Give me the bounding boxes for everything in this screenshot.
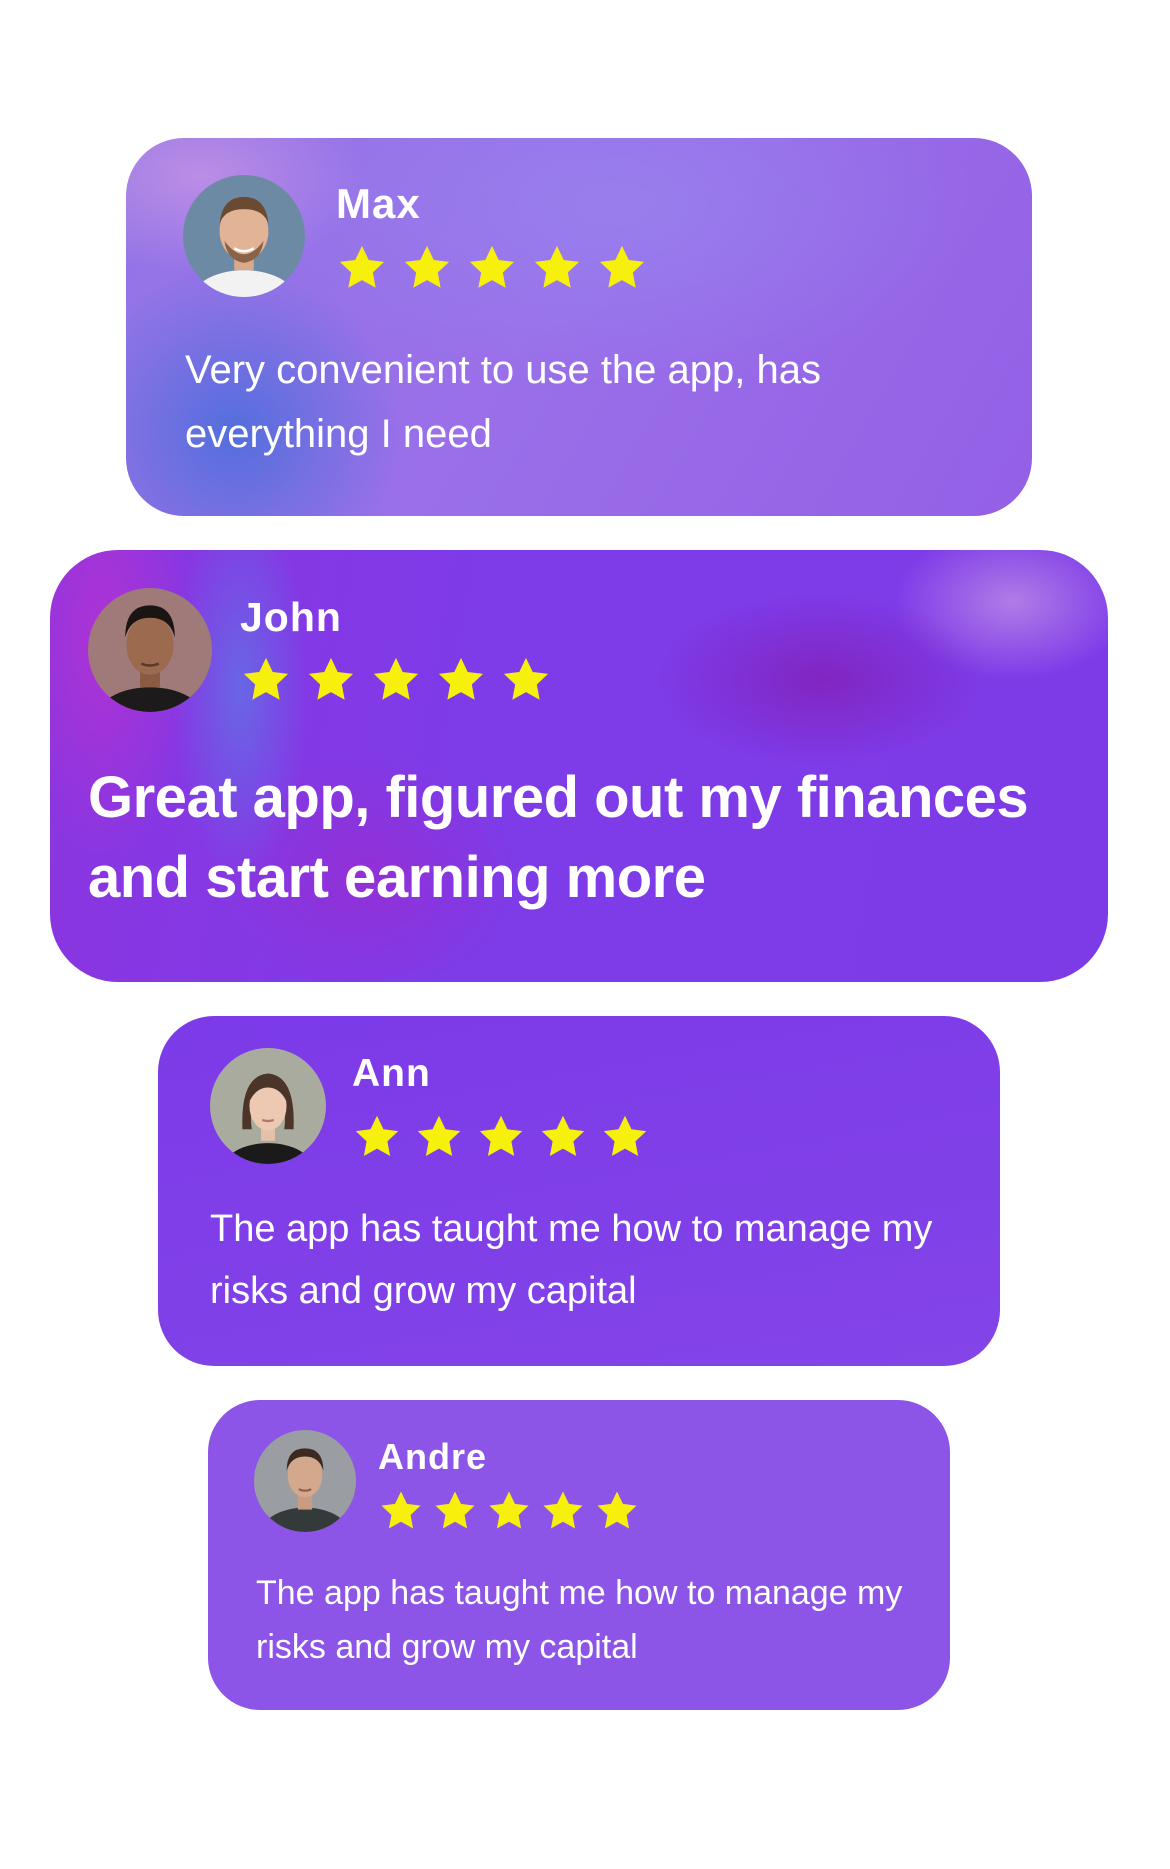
star-icon <box>538 1112 588 1162</box>
star-rating <box>336 242 661 294</box>
star-icon <box>500 654 552 706</box>
star-icon <box>476 1112 526 1162</box>
avatar <box>88 588 212 712</box>
user-photo <box>210 1048 326 1164</box>
star-icon <box>370 654 422 706</box>
star-rating <box>352 1112 662 1162</box>
star-icon <box>466 242 518 294</box>
avatar <box>254 1430 356 1532</box>
review-text: Great app, figured out my finances and s… <box>88 765 1029 910</box>
avatar <box>210 1048 326 1164</box>
star-rating <box>378 1488 648 1534</box>
star-icon <box>596 242 648 294</box>
review-card-john: John Great app, figured out my finances … <box>50 550 1108 982</box>
star-icon <box>240 654 292 706</box>
star-icon <box>486 1488 532 1534</box>
review-text: The app has taught me how to manage my r… <box>256 1574 903 1666</box>
star-icon <box>414 1112 464 1162</box>
star-icon <box>378 1488 424 1534</box>
user-photo <box>88 588 212 712</box>
avatar <box>183 175 305 297</box>
star-icon <box>540 1488 586 1534</box>
reviewer-name: John <box>240 594 342 640</box>
user-photo <box>183 175 305 297</box>
star-icon <box>435 654 487 706</box>
review-card-max: Max Very convenient to use the app, has … <box>126 138 1032 516</box>
star-icon <box>401 242 453 294</box>
reviewer-name: Max <box>336 180 421 227</box>
user-photo <box>254 1430 356 1532</box>
star-rating <box>240 654 565 706</box>
review-card-ann: Ann The app has taught me how to manage … <box>158 1016 1000 1366</box>
review-text: Very convenient to use the app, has ever… <box>185 348 821 456</box>
reviewer-name: Andre <box>378 1436 488 1477</box>
star-icon <box>594 1488 640 1534</box>
star-icon <box>336 242 388 294</box>
review-card-andre: Andre The app has taught me how to manag… <box>208 1400 950 1710</box>
reviewer-name: Ann <box>352 1052 431 1095</box>
star-icon <box>352 1112 402 1162</box>
star-icon <box>531 242 583 294</box>
review-text: The app has taught me how to manage my r… <box>210 1208 933 1312</box>
star-icon <box>305 654 357 706</box>
star-icon <box>600 1112 650 1162</box>
star-icon <box>432 1488 478 1534</box>
